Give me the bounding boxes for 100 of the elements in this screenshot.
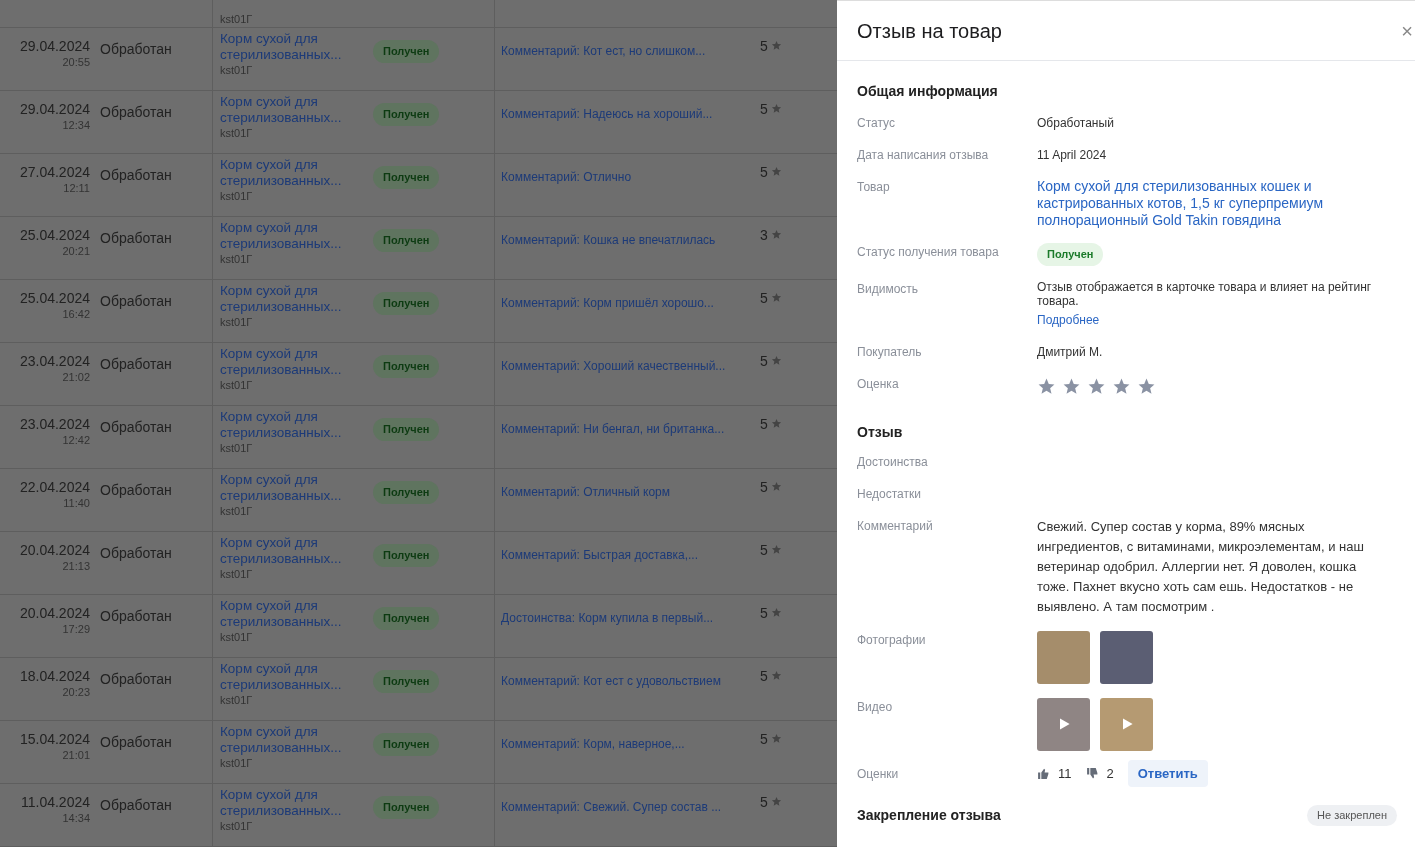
product-link[interactable]: Корм сухой для стерилизованных...: [220, 724, 350, 756]
delivery-badge: Получен: [373, 796, 440, 819]
sku-text: kst01Г: [220, 630, 254, 644]
field-value: Обработаный: [1037, 115, 1114, 132]
photo-placeholder[interactable]: [1100, 630, 1153, 684]
status-text: Обработан: [100, 671, 172, 687]
sku-text: kst01Г: [220, 315, 254, 329]
product-link[interactable]: Корм сухой для стерилизованных...: [220, 31, 350, 63]
rating-text: 5: [760, 415, 768, 434]
field-label: Недостатки: [857, 485, 922, 503]
time-text: 12:11: [63, 181, 90, 195]
rating-text: 5: [760, 667, 768, 686]
review-link[interactable]: Комментарий: Корм пришёл хорошо...: [501, 296, 714, 310]
status-text: Обработан: [100, 230, 172, 246]
date-text: 23.04.2024: [19, 352, 90, 370]
star-icon: [770, 166, 782, 177]
rating-text: 5: [760, 604, 768, 623]
video-thumbnail[interactable]: [1100, 697, 1153, 751]
review-link[interactable]: Комментарий: Кот ест, но слишком...: [501, 44, 706, 58]
rating-text: 5: [760, 478, 768, 497]
time-text: 20:55: [62, 55, 90, 69]
close-button[interactable]: ×: [1401, 15, 1415, 46]
product-link[interactable]: Корм сухой для стерилизованных...: [220, 346, 350, 378]
review-link[interactable]: Достоинства: Корм купила в первый...: [501, 611, 714, 625]
product-link[interactable]: Корм сухой для стерилизованных...: [220, 472, 350, 504]
reply-button[interactable]: Ответить: [1127, 759, 1208, 787]
review-link[interactable]: Комментарий: Отличный корм: [501, 485, 671, 499]
thumbs-up-icon[interactable]: [1037, 766, 1050, 780]
rating-text: 5: [760, 730, 768, 749]
time-text: 21:13: [62, 559, 90, 573]
status-text: Обработан: [100, 167, 172, 183]
rating-text: 5: [760, 352, 768, 371]
delivery-badge: Получен: [373, 607, 440, 630]
rating-text: 5: [760, 163, 768, 182]
star-icon: [1137, 376, 1156, 396]
product-link[interactable]: Корм сухой для стерилизованных...: [220, 94, 350, 126]
star-icon: [770, 103, 782, 114]
review-link[interactable]: Комментарий: Хороший качественный...: [501, 359, 726, 373]
star-icon: [1037, 376, 1056, 396]
review-link[interactable]: Комментарий: Свежий. Супер состав ...: [501, 800, 722, 814]
review-link[interactable]: Комментарий: Кот ест с удовольствием: [501, 674, 721, 688]
field-label: Оценка: [857, 375, 900, 393]
date-text: 25.04.2024: [19, 289, 90, 307]
status-text: Обработан: [100, 482, 172, 498]
status-text: Обработан: [100, 734, 172, 750]
delivery-badge: Получен: [1037, 243, 1104, 266]
thumbs-down-icon[interactable]: [1085, 766, 1099, 780]
product-link[interactable]: Корм сухой для стерилизованных...: [220, 157, 350, 189]
field-label: Статус получения товара: [857, 244, 1000, 261]
delivery-badge: Получен: [373, 670, 440, 693]
sku-text: kst01Г: [220, 693, 254, 707]
time-text: 14:34: [62, 811, 90, 825]
rating-text: 5: [760, 793, 768, 812]
field-value: Дмитрий М.: [1037, 343, 1103, 361]
product-link[interactable]: Корм сухой для стерилизованных...: [220, 598, 350, 630]
video-thumbnail[interactable]: [1037, 697, 1090, 751]
status-text: Обработан: [100, 608, 172, 624]
field-label: Достоинства: [857, 453, 929, 471]
date-text: 20.04.2024: [19, 604, 90, 622]
star-icon: [770, 796, 782, 807]
review-link[interactable]: Комментарий: Корм, наверное,...: [501, 737, 685, 751]
date-text: 18.04.2024: [19, 667, 90, 685]
product-link[interactable]: Корм сухой для стерилизованных...: [220, 787, 350, 819]
rating-text: 5: [760, 289, 768, 308]
product-link[interactable]: Корм сухой для стерилизованных...: [220, 661, 350, 693]
product-link[interactable]: Корм сухой для стерилизованных...: [220, 283, 350, 315]
status-text: Обработан: [100, 356, 172, 372]
field-label: Статус: [857, 115, 896, 132]
star-icon: [770, 355, 782, 366]
rating-text: 5: [760, 37, 768, 56]
sku-text: kst01Г: [220, 567, 254, 581]
time-text: 21:02: [62, 370, 90, 384]
review-link[interactable]: Комментарий: Быстрая доставка,...: [501, 548, 699, 562]
section-heading: Отзыв: [857, 422, 904, 442]
date-text: 23.04.2024: [19, 415, 90, 433]
review-link[interactable]: Комментарий: Надеюсь на хороший...: [501, 107, 713, 121]
star-icon: [1062, 376, 1081, 396]
likes-count: 11: [1058, 764, 1072, 783]
review-link[interactable]: Комментарий: Кошка не впечатлилась: [501, 233, 716, 247]
field-label: Видео: [857, 698, 894, 716]
star-icon: [770, 292, 782, 303]
date-text: 20.04.2024: [19, 541, 90, 559]
product-link[interactable]: Корм сухой для стерилизованных...: [220, 220, 350, 252]
field-label: Комментарий: [857, 517, 934, 535]
review-link[interactable]: Комментарий: Отлично: [501, 170, 632, 184]
product-link[interactable]: Корм сухой для стерилизованных...: [220, 409, 350, 441]
more-link[interactable]: Подробнее: [1037, 310, 1100, 329]
delivery-badge: Получен: [373, 418, 440, 441]
star-icon: [770, 40, 782, 51]
delivery-badge: Получен: [373, 355, 440, 378]
product-link[interactable]: Корм сухой для стерилизованных кошек и кастрированных котов, 1,5 кг суперпремиум полнорационный Gold Takin говядина: [1037, 178, 1337, 229]
sku-text: kst01Г: [220, 756, 254, 770]
sku-text: kst01Г: [220, 504, 254, 518]
date-text: 29.04.2024: [19, 37, 90, 55]
star-icon: [770, 544, 782, 555]
field-label: Фотографии: [857, 631, 927, 649]
status-text: Обработан: [100, 419, 172, 435]
review-link[interactable]: Комментарий: Ни бенгал, ни британка...: [501, 422, 725, 436]
product-link[interactable]: Корм сухой для стерилизованных...: [220, 535, 350, 567]
sku-text: kst01Г: [220, 63, 254, 77]
